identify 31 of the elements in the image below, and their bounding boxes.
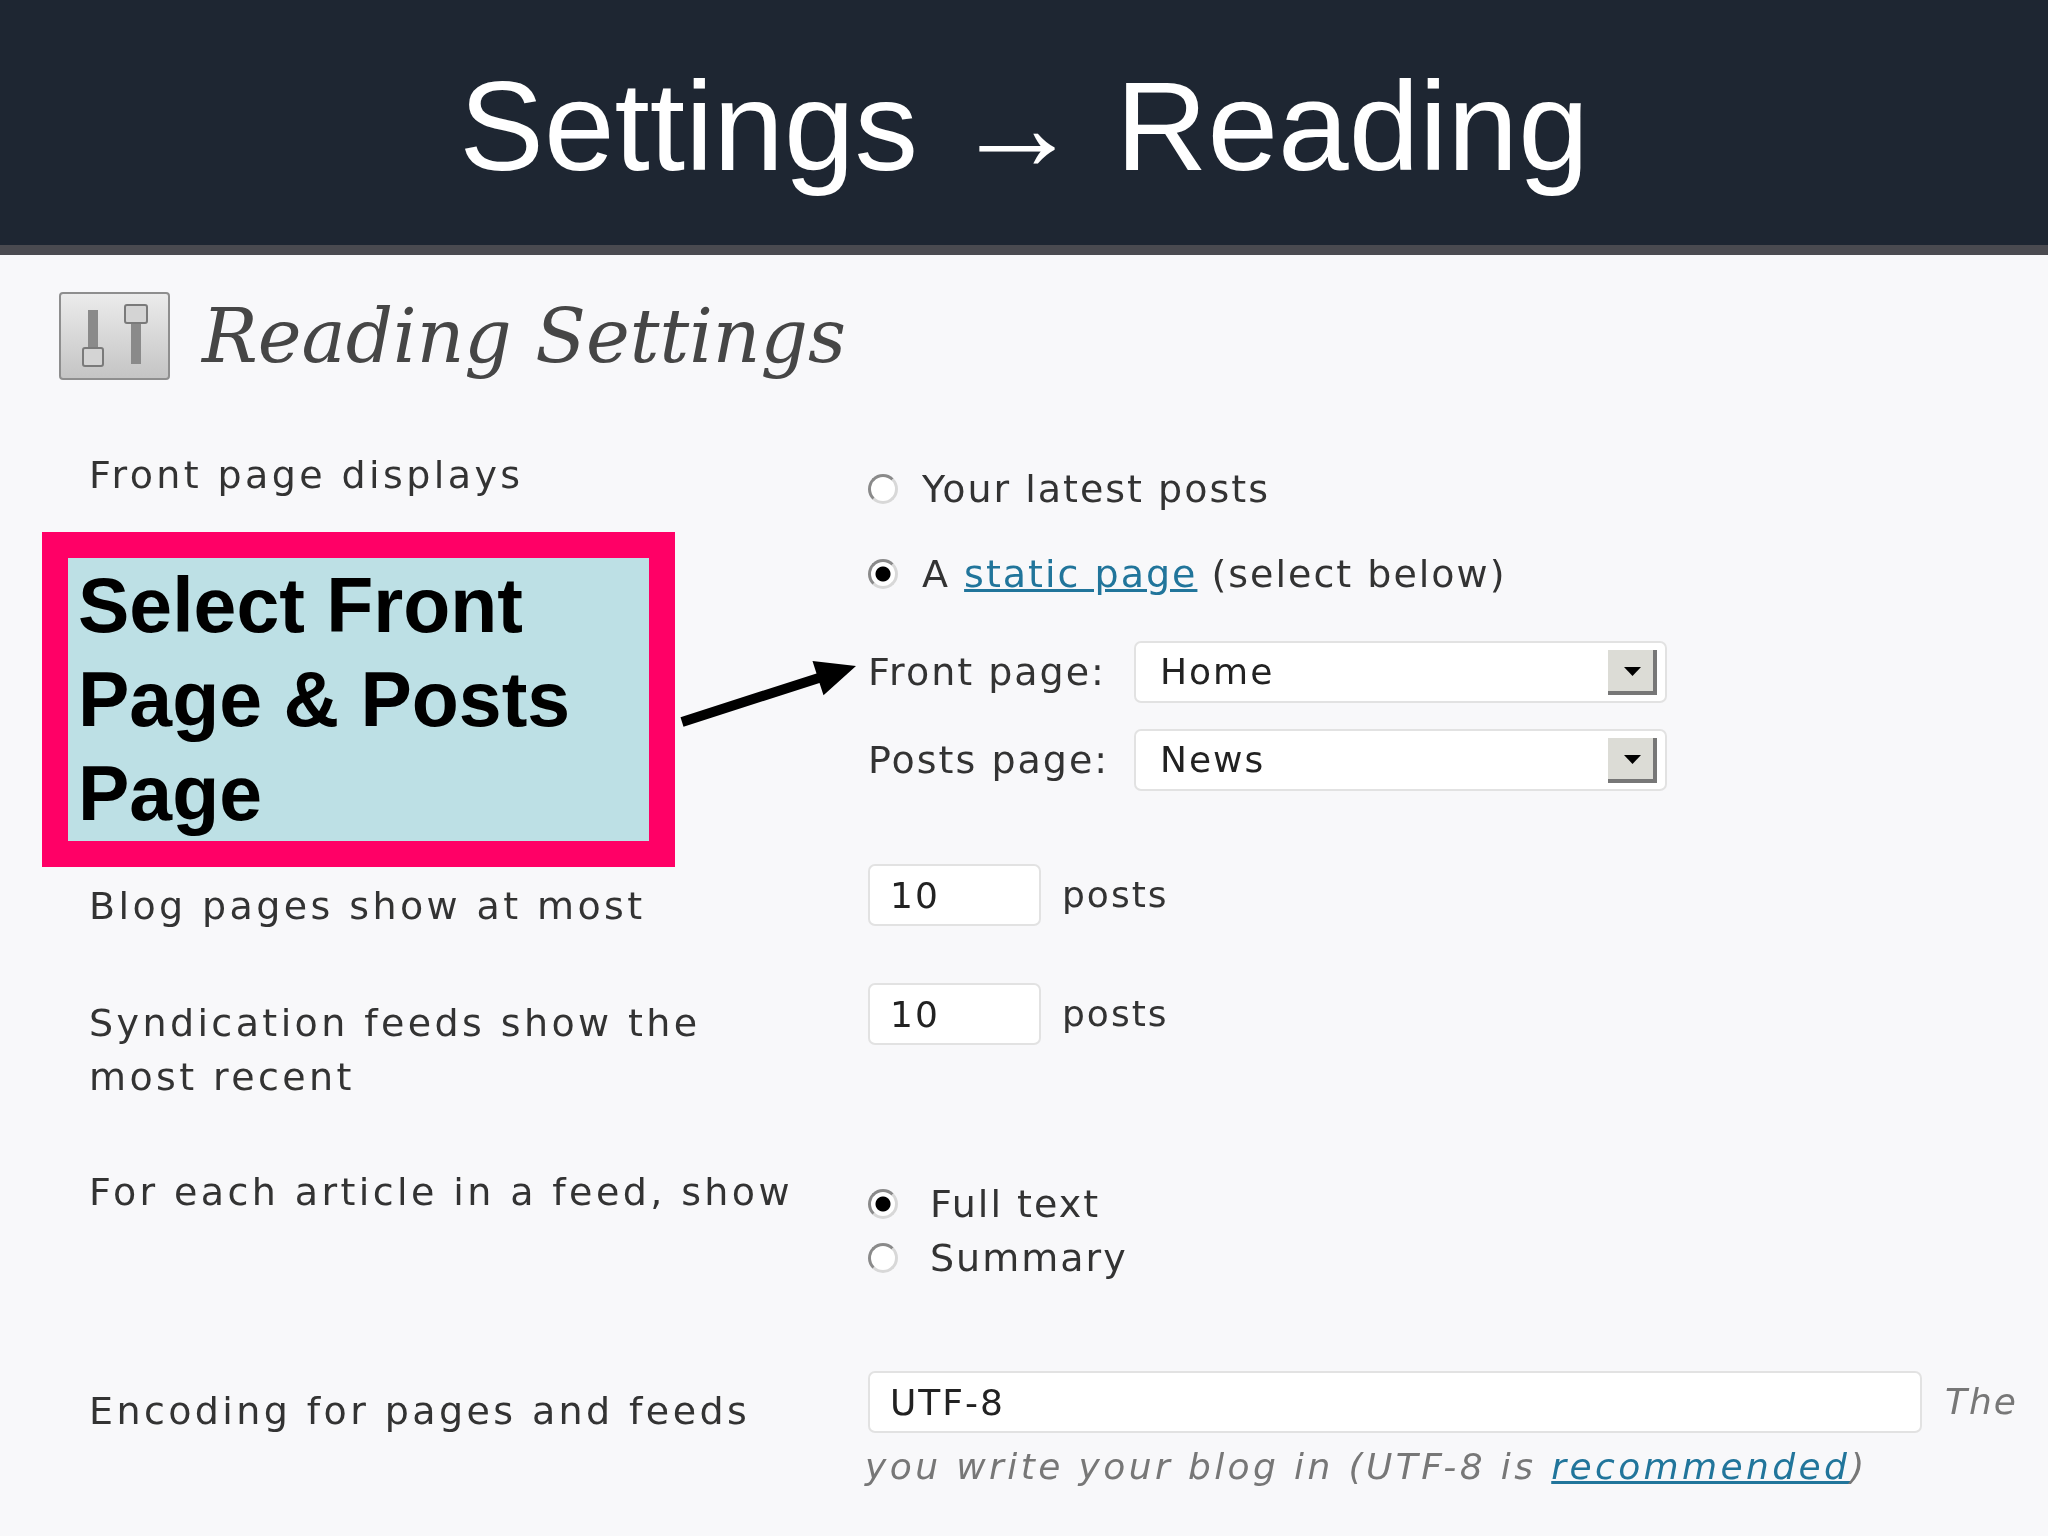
- slide-title: Settings → Reading: [459, 54, 1589, 200]
- field-label: Front page:: [868, 648, 1107, 696]
- unit-label: posts: [1062, 992, 1169, 1036]
- page-heading: Reading Settings: [202, 292, 846, 381]
- radio-button[interactable]: [868, 474, 898, 504]
- dropdown[interactable]: News: [1134, 729, 1667, 791]
- radio-button[interactable]: [868, 1243, 898, 1273]
- setting-label: Encoding for pages and feeds: [89, 1388, 752, 1435]
- unit-label: posts: [1062, 873, 1169, 917]
- inline-link[interactable]: static page: [964, 551, 1198, 596]
- number-field[interactable]: 10: [868, 864, 1041, 926]
- setting-label: For each article in a feed, show: [89, 1169, 794, 1216]
- dropdown[interactable]: Home: [1134, 641, 1667, 703]
- field-description: The: [1945, 1380, 2018, 1424]
- sliders-icon: [59, 292, 170, 380]
- caret-icon[interactable]: [1608, 649, 1657, 695]
- field-label: Posts page:: [868, 736, 1111, 784]
- radio-button[interactable]: [868, 1189, 898, 1219]
- setting-label: Blog pages show at most: [89, 883, 647, 930]
- help-text: you write your blog in (UTF-8 is recommended): [865, 1445, 1868, 1489]
- text-field[interactable]: UTF-8: [868, 1371, 1922, 1433]
- radio-label: A static page (select below): [922, 550, 1507, 598]
- radio-label: Summary: [930, 1234, 1128, 1282]
- setting-label: Syndication feeds show the most recent: [89, 1000, 702, 1101]
- radio-button[interactable]: [868, 559, 898, 589]
- callout-text: Select Front Page & Posts Page: [78, 561, 572, 838]
- radio-label: Full text: [930, 1180, 1101, 1228]
- number-field[interactable]: 10: [868, 983, 1041, 1045]
- radio-label: Your latest posts: [922, 465, 1270, 513]
- caret-icon[interactable]: [1608, 737, 1657, 783]
- setting-label: Front page displays: [89, 452, 525, 499]
